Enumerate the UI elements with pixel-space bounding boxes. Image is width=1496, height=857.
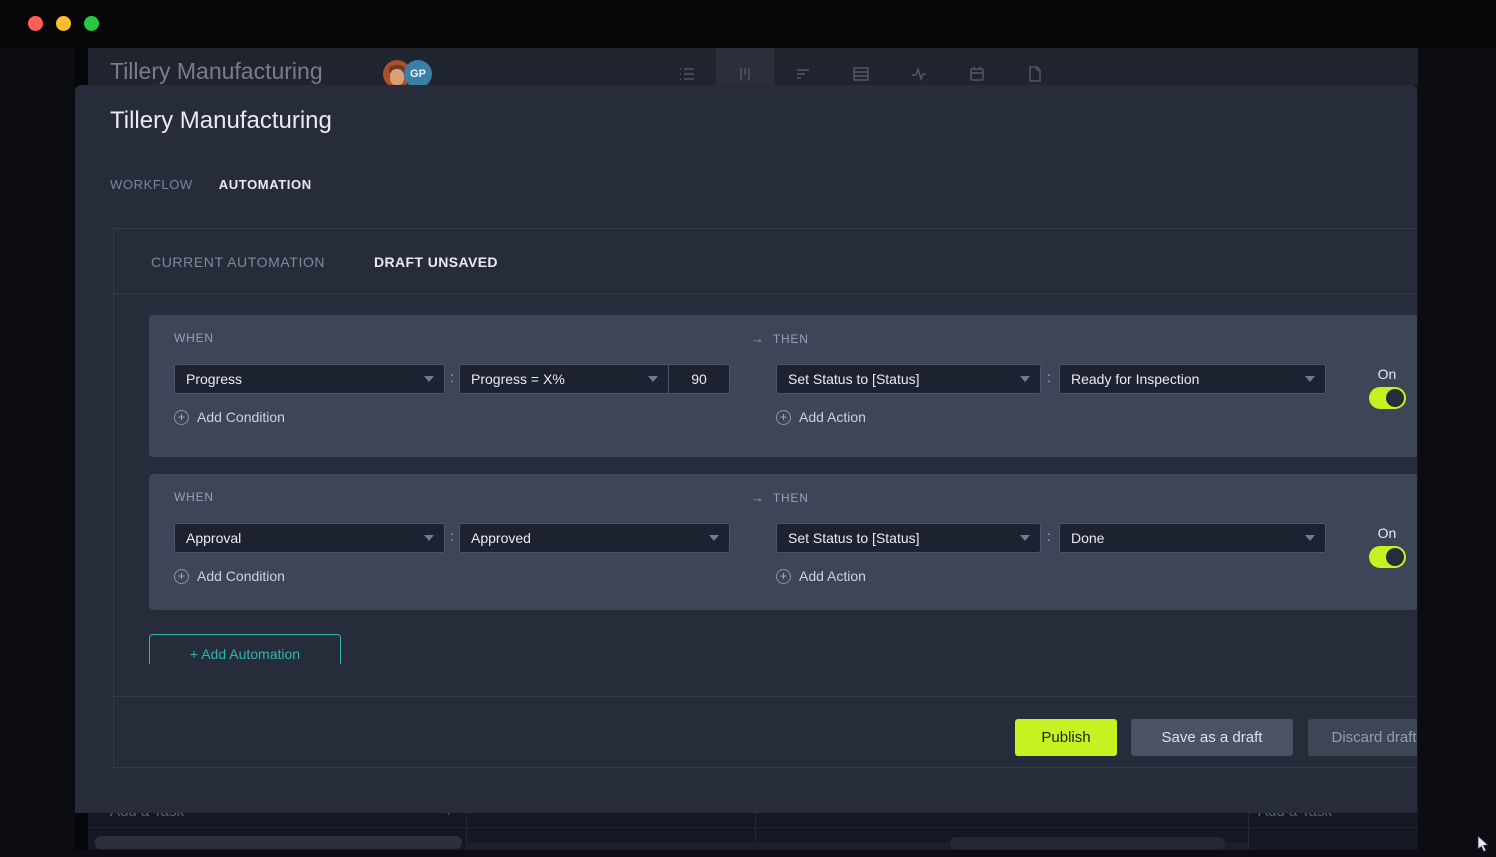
chevron-down-icon [1305,535,1315,541]
project-title-background: Tillery Manufacturing [110,58,323,85]
chevron-down-icon [1020,376,1030,382]
add-automation-button[interactable]: + Add Automation [149,634,341,664]
chevron-down-icon [424,535,434,541]
toggle-label: On [1365,525,1409,541]
rule-toggle-wrap: On [1365,525,1409,568]
list-icon[interactable] [658,48,716,85]
discard-draft-button[interactable]: Discard draft [1308,719,1417,756]
screen: Tillery Manufacturing GP [0,0,1496,850]
action-value-dropdown[interactable]: Done [1059,523,1326,553]
user-avatar-initials[interactable]: GP [404,60,432,85]
rule-toggle-wrap: On [1365,366,1409,409]
action-type-dropdown[interactable]: Set Status to [Status] [776,523,1041,553]
chevron-down-icon [424,376,434,382]
tab-automation[interactable]: AUTOMATION [219,177,312,192]
add-action-button[interactable]: + Add Action [776,409,866,425]
board-divider [88,827,1418,828]
separator-colon: : [1047,369,1051,385]
automation-rule-2: WHEN →THEN Approval : Approved Set St [149,474,1417,610]
modal-tab-bar: WORKFLOW AUTOMATION [110,177,312,192]
condition-operator-group: Progress = X% 90 [459,364,730,394]
rule-enabled-toggle[interactable] [1369,387,1406,409]
condition-operator-dropdown[interactable]: Progress = X% [459,364,669,394]
condition-value-input[interactable]: 90 [669,364,730,394]
panel-tab-bar: CURRENT AUTOMATION DRAFT UNSAVED [114,229,1417,294]
condition-field-dropdown[interactable]: Progress [174,364,445,394]
when-label: WHEN [174,331,214,345]
then-label: →THEN [751,331,809,346]
timeline-icon[interactable] [774,48,832,85]
separator-colon: : [1047,528,1051,544]
arrow-right-icon: → [751,490,765,505]
modal-footer: Publish Save as a draft Discard draft [114,696,1417,769]
automation-modal: Tillery Manufacturing WORKFLOW AUTOMATIO… [75,85,1417,813]
app-header: Tillery Manufacturing GP [88,48,1418,85]
automation-list: WHEN →THEN Progress : Progress = X% [114,295,1417,664]
save-as-draft-button[interactable]: Save as a draft [1131,719,1293,756]
calendar-icon[interactable] [948,48,1006,85]
automation-panel: CURRENT AUTOMATION DRAFT UNSAVED WHEN →T… [113,228,1417,768]
view-toolbar [658,48,1064,85]
window-titlebar [0,0,1496,48]
chevron-down-icon [648,376,658,382]
condition-operator-dropdown[interactable]: Approved [459,523,730,553]
tab-workflow[interactable]: WORKFLOW [110,177,193,192]
separator-colon: : [450,528,454,544]
add-condition-button[interactable]: + Add Condition [174,568,285,584]
tab-draft-unsaved[interactable]: DRAFT UNSAVED [374,254,498,270]
board-icon[interactable] [716,48,774,85]
plus-circle-icon: + [776,569,791,584]
table-icon[interactable] [832,48,890,85]
automation-rule-1: WHEN →THEN Progress : Progress = X% [149,315,1417,457]
chevron-down-icon [709,535,719,541]
chevron-down-icon [1020,535,1030,541]
mouse-cursor-icon [1477,836,1491,857]
arrow-right-icon: → [751,331,765,346]
when-label: WHEN [174,490,214,504]
task-bar[interactable] [950,837,1225,849]
add-condition-button[interactable]: + Add Condition [174,409,285,425]
plus-circle-icon: + [174,569,189,584]
action-value-dropdown[interactable]: Ready for Inspection [1059,364,1326,394]
plus-circle-icon: + [174,410,189,425]
minimize-window-icon[interactable] [56,16,71,31]
activity-icon[interactable] [890,48,948,85]
close-window-icon[interactable] [28,16,43,31]
toggle-label: On [1365,366,1409,382]
toggle-knob [1386,389,1404,407]
task-bar[interactable] [95,836,462,849]
publish-button[interactable]: Publish [1015,719,1117,756]
modal-title: Tillery Manufacturing [110,107,332,135]
file-icon[interactable] [1006,48,1064,85]
plus-circle-icon: + [776,410,791,425]
then-label: →THEN [751,490,809,505]
separator-colon: : [450,369,454,385]
add-action-button[interactable]: + Add Action [776,568,866,584]
zoom-window-icon[interactable] [84,16,99,31]
tab-current-automation[interactable]: CURRENT AUTOMATION [151,254,325,270]
rule-enabled-toggle[interactable] [1369,546,1406,568]
condition-field-dropdown[interactable]: Approval [174,523,445,553]
toggle-knob [1386,548,1404,566]
action-type-dropdown[interactable]: Set Status to [Status] [776,364,1041,394]
chevron-down-icon [1305,376,1315,382]
